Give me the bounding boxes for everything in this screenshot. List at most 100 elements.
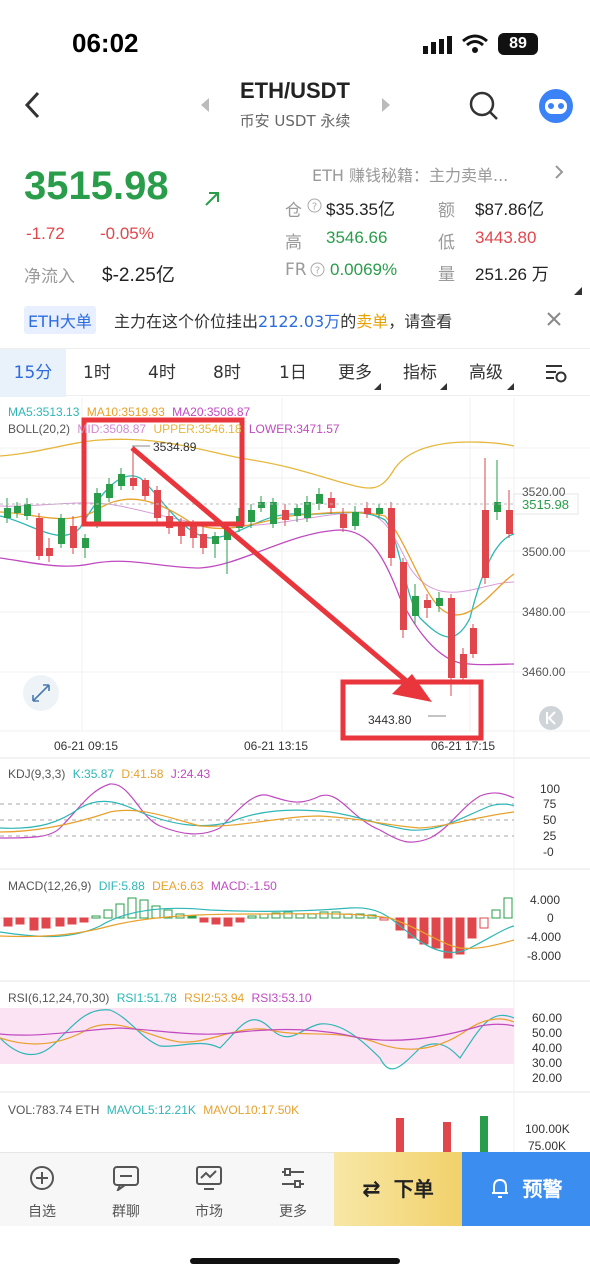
ma20-label: MA20:3508.87: [172, 405, 250, 419]
macd-bar: [503, 897, 513, 919]
oi-value: $35.35亿: [326, 200, 395, 219]
ma5-label: MA5:3513.13: [8, 405, 80, 419]
info-icon[interactable]: ?: [310, 262, 325, 281]
candle-body: [70, 526, 77, 548]
kdj-name: KDJ(9,3,3): [8, 767, 65, 781]
nav-more-label: 更多: [279, 1204, 307, 1220]
y-tick-3500: 3500.00: [522, 545, 566, 559]
symbol-title[interactable]: ETH/USDT: [0, 78, 590, 104]
assistant-robot-icon[interactable]: [538, 88, 574, 128]
nav-more[interactable]: 更多: [251, 1153, 335, 1227]
tab-4h[interactable]: 4时: [148, 349, 176, 397]
place-order-button[interactable]: ⇄ 下单: [334, 1152, 462, 1226]
interval-tabbar: 15分 1时 4时 8时 1日 更多 指标 高级: [0, 348, 590, 397]
macd-bar: [247, 915, 257, 919]
boll-mid: MID:3508.87: [77, 422, 146, 436]
candle-body: [316, 494, 323, 504]
candle-body: [4, 508, 11, 518]
x-tick-0915: 06-21 09:15: [54, 739, 118, 753]
exchange-subtitle: 币安 USDT 永续: [239, 112, 351, 130]
next-symbol-icon[interactable]: [380, 97, 392, 117]
macd-bar: [15, 917, 25, 925]
rsi2: RSI2:53.94: [184, 991, 244, 1005]
macd-bar: [91, 915, 101, 919]
tab-more[interactable]: 更多: [338, 349, 372, 397]
candle-body: [340, 514, 347, 528]
x-tick-1315: 06-21 13:15: [244, 739, 308, 753]
bell-icon: [491, 1178, 508, 1198]
dropdown-triangle-icon: [374, 375, 381, 394]
candle-body: [118, 474, 125, 486]
candle-body: [178, 526, 185, 536]
tab-15m[interactable]: 15分: [0, 349, 66, 397]
macd-dif: DIF:5.88: [99, 879, 145, 893]
tab-1d[interactable]: 1日: [279, 349, 307, 397]
last-price: 3515.98: [24, 164, 169, 208]
scroll-to-latest-button[interactable]: [539, 706, 563, 730]
ma10-label: MA10:3519.93: [87, 405, 165, 419]
boll-legend: BOLL(20,2) MID:3508.87 UPPER:3546.18 LOW…: [8, 422, 340, 436]
rsi3: RSI3:53.10: [252, 991, 312, 1005]
order-label: 下单: [393, 1177, 434, 1201]
notice-text[interactable]: 主力在这个价位挂出2122.03万的卖单，请查看: [114, 308, 452, 332]
candle-body: [470, 628, 477, 654]
promo-link[interactable]: ETH 赚钱秘籍：主力卖单...: [312, 162, 508, 186]
rsi-tick-30: 30.00: [532, 1056, 562, 1070]
candle-body: [388, 508, 395, 558]
kdj-d: D:41.58: [121, 767, 163, 781]
candle-body: [24, 504, 31, 516]
macd-bar: [223, 917, 233, 927]
boll-lower-line: [0, 529, 515, 666]
nav-watchlist-label: 自选: [28, 1204, 56, 1220]
chart-settings-icon[interactable]: [544, 362, 568, 388]
kdj-tick-0: -0: [543, 845, 554, 859]
candle-body: [424, 600, 431, 608]
tab-8h[interactable]: 8时: [213, 349, 241, 397]
notice-amount: 2122.03万: [258, 312, 341, 331]
macd-tick-n8: -8.000: [527, 949, 561, 963]
notice-tag[interactable]: ETH大单: [24, 306, 96, 334]
y-tick-3480: 3480.00: [522, 605, 566, 619]
boll-upper: UPPER:3546.18: [153, 422, 241, 436]
amount-label: 额: [438, 201, 455, 221]
macd-bar: [187, 915, 197, 919]
candle-body: [14, 506, 21, 513]
search-icon[interactable]: [468, 90, 500, 126]
notice-side: 卖单: [356, 312, 389, 331]
low-label: 低: [438, 233, 455, 253]
trend-arrow-icon: [204, 191, 220, 211]
monitor-chart-icon: [196, 1166, 222, 1190]
tab-indicators[interactable]: 指标: [403, 349, 437, 397]
tab-1h[interactable]: 1时: [83, 349, 111, 397]
macd-bar: [151, 905, 161, 919]
macd-bar: [307, 913, 317, 919]
signal-icon: [423, 36, 453, 58]
vol-name: VOL:783.74 ETH: [8, 1103, 99, 1117]
candle-body: [460, 654, 467, 678]
macd-bar: [127, 897, 137, 919]
chevron-right-icon[interactable]: [554, 164, 564, 184]
kdj-tick-50: 50: [543, 813, 557, 827]
macd-bar: [199, 917, 209, 923]
info-icon[interactable]: ?: [307, 198, 322, 217]
kline-chart[interactable]: 3515.98 3520.00 3500.00 3480.00 3460.00 …: [0, 398, 590, 1152]
high-value: 3546.66: [326, 228, 388, 247]
candle-body: [400, 562, 407, 630]
rsi-tick-40: 40.00: [532, 1041, 562, 1055]
candle-body: [248, 510, 255, 522]
nav-group-chat[interactable]: 群聊: [84, 1153, 168, 1227]
amount-value: $87.86亿: [475, 200, 544, 219]
close-icon[interactable]: [546, 311, 562, 331]
candle-body: [328, 498, 335, 508]
nav-watchlist[interactable]: 自选: [0, 1153, 84, 1227]
tab-advanced[interactable]: 高级: [469, 349, 503, 397]
price-alert-button[interactable]: 预警: [462, 1152, 590, 1226]
candle-body: [190, 526, 197, 538]
kdj-j-line: [0, 783, 515, 843]
alert-label: 预警: [522, 1177, 563, 1201]
candle-body: [258, 502, 265, 508]
macd-bar: [467, 917, 477, 939]
macd-bar: [259, 913, 269, 919]
macd-legend: MACD(12,26,9) DIF:5.88 DEA:6.63 MACD:-1.…: [8, 879, 277, 893]
nav-market[interactable]: 市场: [167, 1153, 251, 1227]
